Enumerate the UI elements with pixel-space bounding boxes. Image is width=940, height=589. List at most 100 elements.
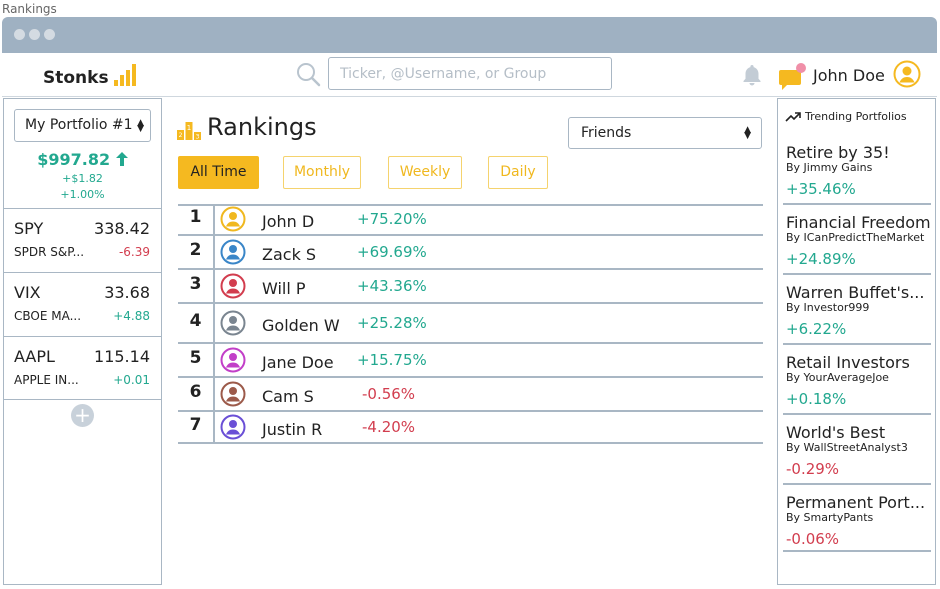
ticker-row-spy[interactable]: SPY 338.42 SPDR S&P... -6.39 — [4, 208, 161, 272]
trending-portfolio-card[interactable]: Retail Investors By YourAverageJoe +0.18% — [783, 347, 931, 415]
ranking-return: -4.20% — [362, 418, 416, 436]
search-icon[interactable] — [295, 61, 321, 87]
portfolio-change-pct: +1.00% — [60, 188, 105, 201]
rank-number: 2 — [189, 240, 202, 260]
ranking-user-name[interactable]: John D — [262, 212, 314, 231]
rank-number: 6 — [189, 382, 202, 402]
trending-portfolio-return: +0.18% — [786, 390, 847, 408]
chat-notification-icon[interactable] — [777, 62, 807, 92]
portfolio-sidebar: My Portfolio #1 ▲ ▼ $997.82 +$1.82 +1.00%… — [3, 98, 162, 585]
ticker-price: 338.42 — [94, 219, 150, 238]
svg-text:1: 1 — [187, 124, 191, 132]
trending-portfolio-return: +35.46% — [786, 180, 856, 198]
rank-number: 1 — [189, 207, 202, 227]
trending-portfolio-name: Retire by 35! — [786, 143, 890, 162]
trending-portfolio-card[interactable]: Warren Buffet's... By Investor999 +6.22% — [783, 277, 931, 345]
trending-portfolio-author[interactable]: By Investor999 — [786, 301, 869, 314]
search-input[interactable] — [329, 58, 611, 89]
brand-name: Stonks — [43, 68, 109, 88]
user-avatar-icon[interactable] — [220, 310, 246, 336]
window-maximize-dot[interactable] — [44, 29, 55, 40]
portfolio-value: $997.82 — [4, 150, 161, 169]
ranking-row[interactable]: 6 Cam S -0.56% — [178, 378, 763, 412]
ranking-user-name[interactable]: Will P — [262, 279, 306, 298]
app-header: Stonks John Doe — [2, 53, 937, 97]
portfolio-change-abs: +$1.82 — [62, 172, 103, 185]
ranking-row[interactable]: 1 John D +75.20% — [178, 204, 763, 236]
add-ticker-button[interactable]: + — [71, 404, 94, 427]
ranking-user-name[interactable]: Golden W — [262, 316, 340, 335]
tab-all-time[interactable]: All Time — [178, 156, 259, 189]
trending-portfolio-return: +24.89% — [786, 250, 856, 268]
trending-portfolio-author[interactable]: By YourAverageJoe — [786, 371, 889, 384]
rank-number: 7 — [189, 415, 202, 435]
trending-portfolio-card[interactable]: Financial Freedom By ICanPredictTheMarket… — [783, 207, 931, 275]
trending-portfolio-card[interactable]: Permanent Port... By SmartyPants -0.06% — [783, 487, 931, 552]
user-avatar-icon[interactable] — [220, 414, 246, 440]
trending-portfolio-card[interactable]: World's Best By WallStreetAnalyst3 -0.29% — [783, 417, 931, 485]
trending-portfolio-return: -0.29% — [786, 460, 840, 478]
ticker-change: +0.01 — [113, 373, 150, 387]
dropdown-caret-icon: ▲ ▼ — [137, 118, 144, 134]
tab-weekly[interactable]: Weekly — [388, 156, 462, 189]
rank-number: 4 — [189, 311, 202, 331]
user-avatar-icon[interactable] — [893, 60, 921, 88]
ticker-symbol: VIX — [14, 283, 41, 302]
ranking-row[interactable]: 5 Jane Doe +15.75% — [178, 344, 763, 378]
ranking-user-name[interactable]: Jane Doe — [262, 353, 334, 372]
trending-portfolio-author[interactable]: By ICanPredictTheMarket — [786, 231, 924, 244]
window-minimize-dot[interactable] — [29, 29, 40, 40]
ticker-price: 33.68 — [104, 283, 150, 302]
podium-icon: 1 2 3 — [177, 122, 201, 141]
tab-monthly[interactable]: Monthly — [283, 156, 361, 189]
user-avatar-icon[interactable] — [220, 273, 246, 299]
ranking-return: +25.28% — [357, 314, 427, 332]
page-title: Rankings — [207, 113, 317, 141]
search-field[interactable] — [328, 57, 612, 90]
rankings-filter-dropdown[interactable]: Friends ▲ ▼ — [568, 117, 762, 149]
ticker-row-vix[interactable]: VIX 33.68 CBOE MA... +4.88 — [4, 272, 161, 336]
user-avatar-icon[interactable] — [220, 347, 246, 373]
ranking-return: -0.56% — [362, 385, 416, 403]
ranking-row[interactable]: 7 Justin R -4.20% — [178, 412, 763, 444]
filter-dropdown-value: Friends — [581, 125, 632, 141]
rankings-panel: 1 2 3 Rankings Friends ▲ ▼ All Time Month… — [163, 98, 777, 585]
ranking-user-name[interactable]: Zack S — [262, 245, 316, 264]
portfolio-dropdown[interactable]: My Portfolio #1 ▲ ▼ — [14, 109, 151, 142]
trending-up-icon — [785, 111, 801, 122]
ranking-user-name[interactable]: Justin R — [262, 420, 322, 439]
ticker-name: SPDR S&P... — [14, 245, 85, 259]
window-close-dot[interactable] — [14, 29, 25, 40]
ranking-return: +69.69% — [357, 243, 427, 261]
dropdown-caret-icon: ▲ ▼ — [744, 125, 751, 141]
trending-portfolio-card[interactable]: Retire by 35! By Jimmy Gains +35.46% — [783, 137, 931, 205]
brand-logo[interactable]: Stonks — [43, 64, 136, 88]
trending-portfolio-name: Retail Investors — [786, 353, 910, 372]
ranking-row[interactable]: 3 Will P +43.36% — [178, 270, 763, 304]
svg-text:3: 3 — [196, 134, 200, 141]
portfolio-dropdown-value: My Portfolio #1 — [25, 117, 133, 133]
ranking-return: +43.36% — [357, 277, 427, 295]
user-avatar-icon[interactable] — [220, 206, 246, 232]
ticker-change: -6.39 — [118, 245, 150, 259]
trending-portfolio-return: -0.06% — [786, 530, 840, 548]
tab-daily[interactable]: Daily — [488, 156, 548, 189]
ticker-price: 115.14 — [94, 347, 150, 366]
bell-icon[interactable] — [740, 63, 764, 87]
trending-header: Trending Portfolios — [785, 110, 907, 123]
user-name[interactable]: John Doe — [813, 66, 885, 85]
window-title: Rankings — [2, 2, 57, 16]
ranking-row[interactable]: 2 Zack S +69.69% — [178, 236, 763, 270]
user-avatar-icon[interactable] — [220, 381, 246, 407]
rank-number: 5 — [189, 348, 202, 368]
ticker-row-aapl[interactable]: AAPL 115.14 APPLE IN... +0.01 — [4, 336, 161, 400]
trending-portfolio-author[interactable]: By SmartyPants — [786, 511, 873, 524]
trending-portfolio-author[interactable]: By WallStreetAnalyst3 — [786, 441, 908, 454]
arrow-up-icon — [115, 152, 128, 166]
ranking-user-name[interactable]: Cam S — [262, 387, 314, 406]
svg-text:2: 2 — [179, 132, 183, 139]
trending-portfolio-author[interactable]: By Jimmy Gains — [786, 161, 872, 174]
ranking-row[interactable]: 4 Golden W +25.28% — [178, 304, 763, 344]
user-avatar-icon[interactable] — [220, 239, 246, 265]
ranking-return: +75.20% — [357, 210, 427, 228]
